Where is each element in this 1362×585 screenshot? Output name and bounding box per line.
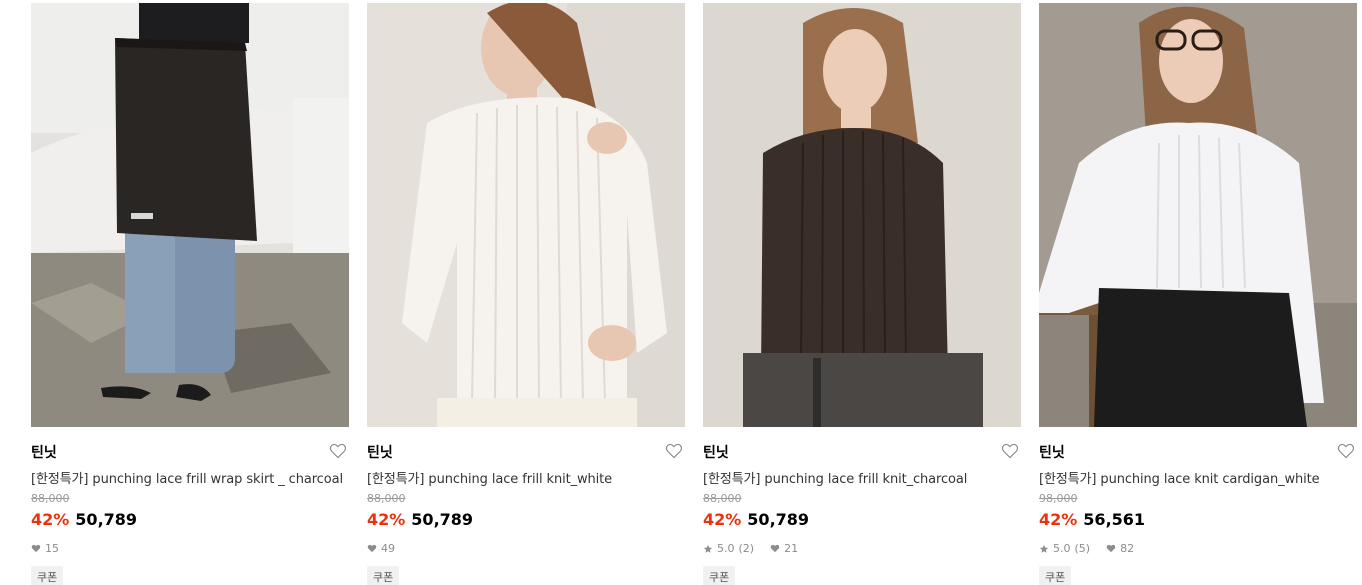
like-heart-icon (367, 544, 377, 553)
heart-icon[interactable] (329, 443, 347, 459)
sale-price: 50,789 (747, 510, 810, 529)
star-icon (703, 544, 713, 553)
heart-icon[interactable] (665, 443, 683, 459)
product-meta: 15 (31, 542, 59, 555)
product-image[interactable] (1039, 3, 1357, 427)
coupon-badge[interactable]: 쿠폰 (31, 566, 64, 585)
sale-price: 50,789 (411, 510, 474, 529)
original-price: 88,000 (31, 492, 70, 505)
product-name[interactable]: [한정특가] punching lace frill knit_white (367, 468, 612, 487)
product-card[interactable]: 틴닛 [한정특가] punching lace frill knit_white… (367, 3, 685, 585)
rating-value: 5.0 (1053, 542, 1071, 555)
product-meta: 5.0 (2) 21 (703, 542, 798, 555)
brand-name[interactable]: 틴닛 (703, 442, 729, 462)
coupon-badge[interactable]: 쿠폰 (1039, 566, 1072, 585)
brand-name[interactable]: 틴닛 (31, 442, 57, 462)
coupon-badge[interactable]: 쿠폰 (703, 566, 736, 585)
product-meta: 5.0 (5) 82 (1039, 542, 1134, 555)
price-row: 42% 50,789 (31, 510, 137, 529)
sale-price: 56,561 (1083, 510, 1146, 529)
product-card[interactable]: 틴닛 [한정특가] punching lace knit cardigan_wh… (1039, 3, 1357, 585)
product-name[interactable]: [한정특가] punching lace knit cardigan_white (1039, 468, 1320, 487)
original-price: 88,000 (703, 492, 742, 505)
brand-name[interactable]: 틴닛 (1039, 442, 1065, 462)
like-count: 15 (45, 542, 59, 555)
like-count: 82 (1120, 542, 1135, 555)
coupon-badge[interactable]: 쿠폰 (367, 566, 400, 585)
product-image[interactable] (31, 3, 349, 427)
star-icon (1039, 544, 1049, 553)
product-card[interactable]: 틴닛 [한정특가] punching lace frill wrap skirt… (31, 3, 349, 585)
discount-rate: 42% (1039, 510, 1078, 529)
discount-rate: 42% (367, 510, 406, 529)
discount-rate: 42% (31, 510, 70, 529)
product-image[interactable] (703, 3, 1021, 427)
review-count: (2) (738, 542, 755, 555)
product-name[interactable]: [한정특가] punching lace frill wrap skirt _ … (31, 468, 343, 487)
rating-value: 5.0 (717, 542, 735, 555)
like-count: 21 (784, 542, 799, 555)
product-meta: 49 (367, 542, 395, 555)
product-name[interactable]: [한정특가] punching lace frill knit_charcoal (703, 468, 967, 487)
product-image[interactable] (367, 3, 685, 427)
sale-price: 50,789 (75, 510, 138, 529)
like-count: 49 (381, 542, 395, 555)
heart-icon[interactable] (1337, 443, 1355, 459)
product-grid: 틴닛 [한정특가] punching lace frill wrap skirt… (0, 0, 1362, 585)
like-heart-icon (770, 544, 780, 553)
price-row: 42% 50,789 (367, 510, 473, 529)
product-card[interactable]: 틴닛 [한정특가] punching lace frill knit_charc… (703, 3, 1021, 585)
original-price: 98,000 (1039, 492, 1078, 505)
original-price: 88,000 (367, 492, 406, 505)
review-count: (5) (1074, 542, 1091, 555)
discount-rate: 42% (703, 510, 742, 529)
like-heart-icon (1106, 544, 1116, 553)
price-row: 42% 56,561 (1039, 510, 1145, 529)
heart-icon[interactable] (1001, 443, 1019, 459)
brand-name[interactable]: 틴닛 (367, 442, 393, 462)
price-row: 42% 50,789 (703, 510, 809, 529)
like-heart-icon (31, 544, 41, 553)
